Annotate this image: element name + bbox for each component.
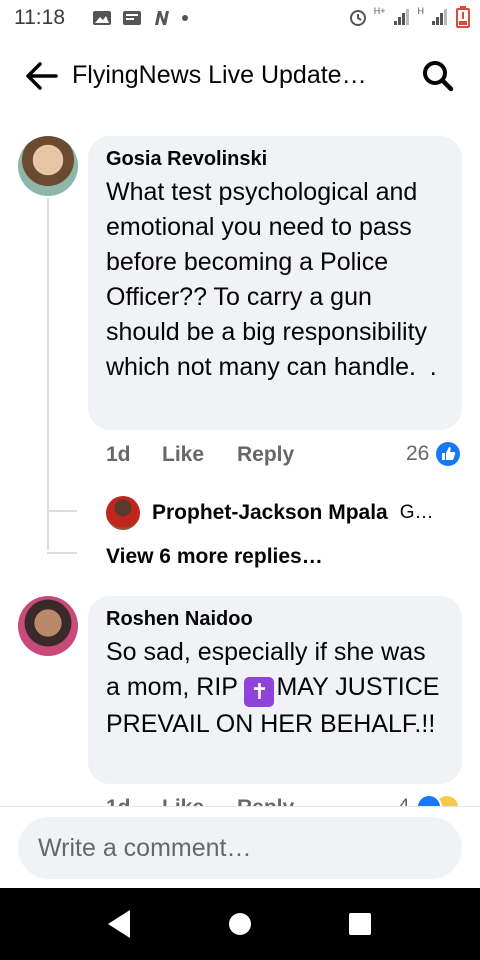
page-header: FlyingNews Live Update… (0, 44, 480, 108)
reaction-count: 26 (406, 442, 430, 465)
comment-author[interactable]: Gosia Revolinski (106, 148, 444, 171)
latin-cross-emoji: ✝ (244, 677, 275, 707)
search-icon[interactable] (420, 58, 456, 94)
avatar (106, 496, 140, 530)
reply-preview[interactable]: Prophet-Jackson Mpala Go… (106, 496, 466, 530)
comment-input[interactable] (18, 817, 462, 879)
signal-icon (432, 9, 447, 25)
news-icon (123, 11, 141, 25)
home-icon[interactable] (220, 906, 260, 942)
signal-icon (393, 9, 409, 25)
page-title: FlyingNews Live Update… (72, 61, 367, 89)
reply-button[interactable]: Reply (237, 443, 294, 467)
system-icons: H+ H (348, 6, 470, 28)
reaction-summary[interactable]: 26 (406, 441, 461, 467)
alarm-icon (349, 10, 366, 26)
back-arrow-icon[interactable] (22, 58, 62, 94)
battery-icon (456, 6, 470, 28)
comment-composer (0, 806, 480, 889)
app-n-icon (155, 11, 169, 25)
thread-connector (47, 552, 77, 554)
status-bar: 11:18 H+ H (0, 0, 480, 36)
network-type-1: H+ (373, 6, 386, 16)
comment-author[interactable]: Roshen Naidoo (106, 608, 444, 631)
gallery-icon (93, 11, 111, 25)
thread-line (47, 198, 49, 550)
notification-icons (92, 8, 188, 28)
like-reaction-icon (436, 442, 461, 466)
clock: 11:18 (14, 6, 65, 29)
system-navigation-bar (0, 888, 480, 960)
comment-text: So sad, especially if she was a mom, RIP… (106, 635, 444, 742)
like-button[interactable]: Like (162, 443, 204, 467)
back-icon[interactable] (100, 906, 140, 942)
comment-bubble: Roshen Naidoo So sad, especially if she … (88, 596, 462, 784)
recents-icon[interactable] (340, 906, 380, 942)
comment-bubble: Gosia Revolinski What test psychological… (88, 136, 462, 430)
thread-connector (47, 510, 77, 512)
avatar[interactable] (18, 136, 78, 196)
avatar[interactable] (18, 596, 78, 656)
comment-time: 1d (106, 443, 131, 466)
view-more-replies-link[interactable]: View 6 more replies… (106, 545, 323, 569)
reply-snippet: Go… (399, 502, 440, 523)
reply-author: Prophet-Jackson Mpala (152, 501, 388, 524)
more-notifications-dot (182, 15, 188, 21)
network-type-2: H (417, 6, 425, 16)
comment-text: What test psychological and emotional yo… (106, 178, 437, 381)
